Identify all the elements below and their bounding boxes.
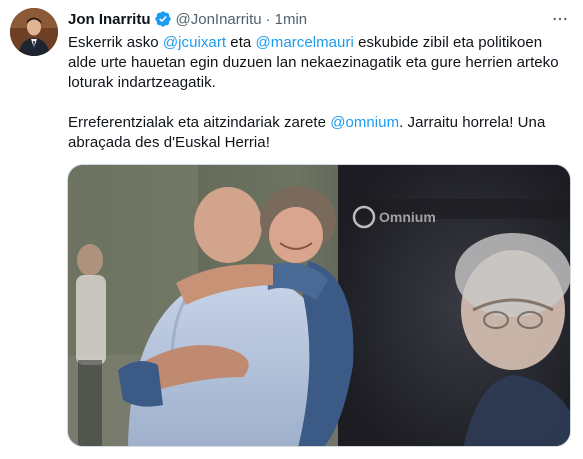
more-options-icon[interactable] bbox=[549, 9, 571, 29]
timestamp[interactable]: 1min bbox=[275, 11, 308, 28]
tweet[interactable]: Jon Inarritu @JonInarritu · 1min Eskerri… bbox=[0, 0, 583, 459]
avatar[interactable] bbox=[10, 8, 58, 56]
mention-omnium[interactable]: @omnium bbox=[330, 114, 399, 131]
tweet-paragraph-2: Erreferentzialak eta aitzindariak zarete… bbox=[68, 113, 568, 153]
photo-hug-scene: Omnium bbox=[68, 165, 570, 446]
tweet-text-segment: eta bbox=[226, 34, 256, 51]
avatar-image bbox=[10, 8, 58, 56]
tweet-header: Jon Inarritu @JonInarritu · 1min bbox=[68, 9, 571, 29]
author-handle[interactable]: @JonInarritu bbox=[176, 11, 262, 28]
tweet-text: Eskerrik asko @jcuixart eta @marcelmauri… bbox=[68, 33, 568, 153]
author-name[interactable]: Jon Inarritu bbox=[68, 11, 151, 28]
mention-marcelmauri[interactable]: @marcelmauri bbox=[256, 34, 354, 51]
separator: · bbox=[265, 10, 271, 28]
tweet-paragraph-1: Eskerrik asko @jcuixart eta @marcelmauri… bbox=[68, 33, 568, 93]
mention-jcuixart[interactable]: @jcuixart bbox=[163, 34, 226, 51]
tweet-photo[interactable]: Omnium bbox=[67, 164, 571, 447]
verified-badge-icon bbox=[154, 10, 172, 28]
poster-logo-text: Omnium bbox=[379, 209, 436, 225]
tweet-text-segment: Erreferentzialak eta aitzindariak zarete bbox=[68, 114, 331, 131]
tweet-text-segment: Eskerrik asko bbox=[68, 34, 163, 51]
